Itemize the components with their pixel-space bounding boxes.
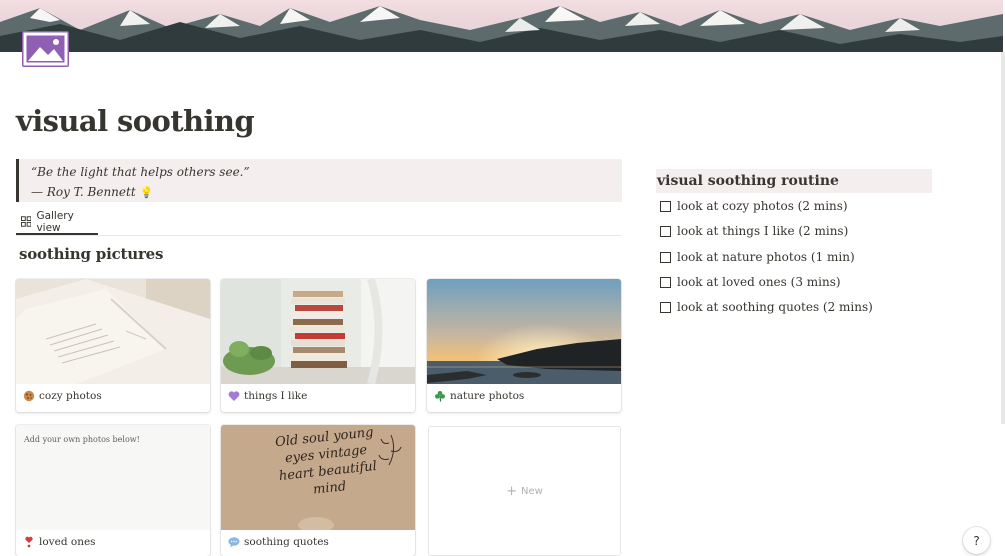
card-cover-image — [16, 279, 210, 384]
cover-image[interactable] — [0, 0, 1003, 52]
quote-text: “Be the light that helps others see.” — [31, 165, 250, 179]
card-label: cozy photos — [39, 390, 102, 402]
gallery-card-loved-ones[interactable]: Add your own photos below! loved ones — [16, 425, 210, 556]
tab-gallery-view[interactable]: Gallery view — [16, 210, 98, 235]
todo-checkbox[interactable] — [660, 225, 671, 237]
card-caption: cozy photos — [23, 390, 102, 402]
card-cover-image: Old soul young eyes vintage heart beauti… — [221, 425, 415, 530]
todo-label[interactable]: look at nature photos (1 min) — [677, 250, 855, 264]
speech-bubble-icon — [228, 537, 240, 548]
todo-checkbox[interactable] — [660, 301, 671, 313]
routine-heading: visual soothing routine — [656, 169, 932, 193]
tab-divider — [16, 235, 622, 236]
card-caption: loved ones — [23, 536, 96, 548]
quote-author-line: — Roy T. Bennett 💡 — [31, 182, 622, 202]
heart-exclamation-icon — [25, 536, 33, 548]
card-label: things I like — [244, 390, 308, 402]
todo-label[interactable]: look at things I like (2 mins) — [677, 224, 848, 238]
todo-checkbox[interactable] — [660, 276, 671, 288]
quote-block: “Be the light that helps others see.” — … — [16, 159, 622, 202]
gallery-grid-icon — [21, 216, 32, 227]
page-image-icon[interactable] — [22, 31, 69, 67]
lightbulb-icon: 💡 — [139, 186, 154, 199]
card-preview-text: Add your own photos below! — [24, 435, 140, 444]
shamrock-icon — [435, 391, 445, 402]
todo-item: look at things I like (2 mins) — [660, 224, 848, 238]
todo-label[interactable]: look at cozy photos (2 mins) — [677, 199, 848, 213]
new-card-button[interactable]: + New — [428, 426, 621, 556]
card-cover-image — [221, 279, 415, 384]
gallery-card-nature-photos[interactable]: nature photos — [427, 279, 621, 412]
card-caption: nature photos — [434, 390, 524, 402]
todo-item: look at cozy photos (2 mins) — [660, 199, 848, 213]
todo-item: look at soothing quotes (2 mins) — [660, 300, 873, 314]
todo-item: look at nature photos (1 min) — [660, 250, 855, 264]
purple-heart-icon — [228, 391, 240, 401]
card-label: nature photos — [450, 390, 525, 402]
card-text-preview: Add your own photos below! — [16, 425, 210, 530]
new-card-label: New — [521, 485, 543, 497]
help-icon: ? — [973, 533, 980, 548]
gallery-card-cozy-photos[interactable]: cozy photos — [16, 279, 210, 412]
gallery-title: soothing pictures — [19, 245, 164, 263]
card-label: soothing quotes — [244, 536, 329, 548]
gallery-card-things-i-like[interactable]: things I like — [221, 279, 415, 412]
todo-label[interactable]: look at soothing quotes (2 mins) — [677, 300, 873, 314]
quote-author: — Roy T. Bennett — [31, 185, 136, 199]
plus-icon: + — [506, 483, 518, 499]
card-label: loved ones — [39, 536, 96, 548]
card-caption: soothing quotes — [228, 536, 329, 548]
tab-gallery-view-label: Gallery view — [36, 209, 74, 234]
card-handwriting-text: Old soul young eyes vintage heart beauti… — [274, 425, 378, 498]
todo-checkbox[interactable] — [660, 200, 671, 212]
gallery-card-soothing-quotes[interactable]: Old soul young eyes vintage heart beauti… — [221, 425, 415, 556]
help-button[interactable]: ? — [963, 527, 990, 554]
todo-checkbox[interactable] — [660, 251, 671, 263]
cookie-icon — [23, 390, 35, 402]
scrollbar[interactable] — [1001, 52, 1005, 424]
card-cover-image — [427, 279, 621, 384]
card-caption: things I like — [228, 390, 307, 402]
todo-item: look at loved ones (3 mins) — [660, 275, 841, 289]
todo-label[interactable]: look at loved ones (3 mins) — [677, 275, 841, 289]
page-title: visual soothing — [16, 104, 255, 138]
